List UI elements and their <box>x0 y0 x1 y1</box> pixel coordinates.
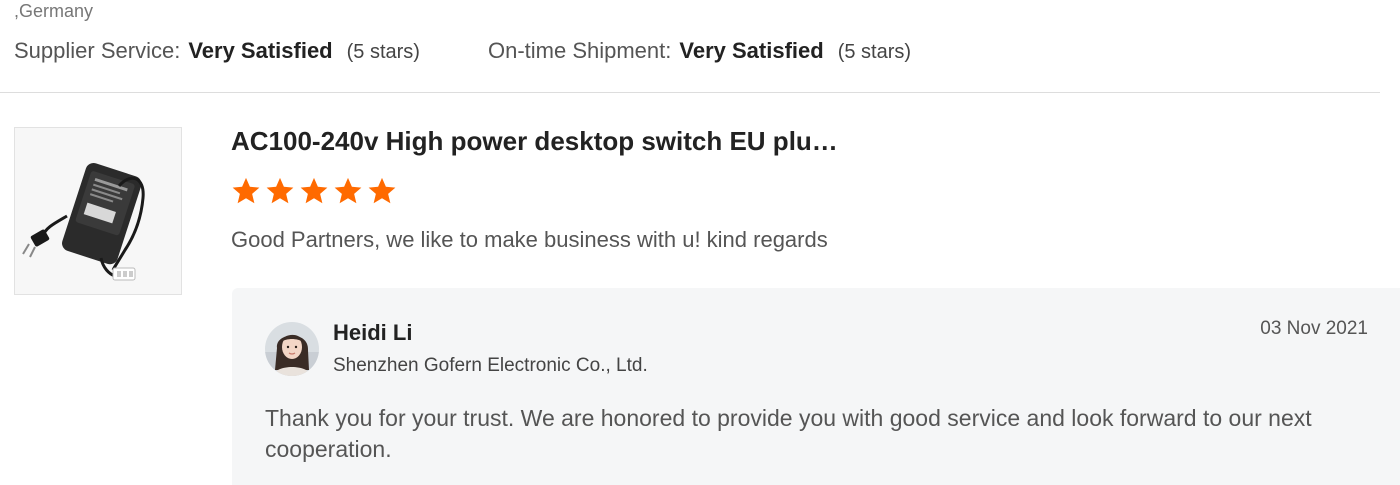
star-icon <box>266 177 294 204</box>
supplier-service-label: Supplier Service: <box>14 38 181 63</box>
section-divider <box>0 92 1380 93</box>
supplier-reply: Heidi Li Shenzhen Gofern Electronic Co.,… <box>232 288 1400 485</box>
star-icon <box>368 177 396 204</box>
replier-name: Heidi Li <box>333 320 413 345</box>
product-star-rating <box>231 176 397 206</box>
star-icon <box>232 177 260 204</box>
product-title[interactable]: AC100-240v High power desktop switch EU … <box>231 124 838 158</box>
supplier-service-stars: (5 stars) <box>346 41 420 63</box>
star-icon <box>300 177 328 204</box>
product-thumbnail[interactable] <box>14 127 182 295</box>
supplier-service-value: Very Satisfied <box>188 38 333 63</box>
avatar <box>265 322 319 376</box>
review-card: ,Germany Supplier Service: Very Satisfie… <box>0 0 1400 485</box>
power-adapter-image <box>15 128 181 294</box>
on-time-shipment-value: Very Satisfied <box>679 38 824 63</box>
review-text: Good Partners, we like to make business … <box>231 227 828 252</box>
avatar-icon <box>265 322 319 376</box>
star-icon <box>334 177 362 204</box>
reviewer-location: ,Germany <box>14 1 94 21</box>
ratings-row: Supplier Service: Very Satisfied (5 star… <box>14 38 911 68</box>
on-time-shipment-stars: (5 stars) <box>837 41 912 63</box>
reply-date: 03 Nov 2021 <box>1260 318 1368 339</box>
reply-text: Thank you for your trust. We are honored… <box>265 405 1312 462</box>
supplier-service-rating: Supplier Service: Very Satisfied (5 star… <box>14 38 420 64</box>
on-time-shipment-label: On-time Shipment: <box>487 38 672 63</box>
on-time-shipment-rating: On-time Shipment: Very Satisfied (5 star… <box>488 38 911 64</box>
replier-company: Shenzhen Gofern Electronic Co., Ltd. <box>333 355 648 376</box>
